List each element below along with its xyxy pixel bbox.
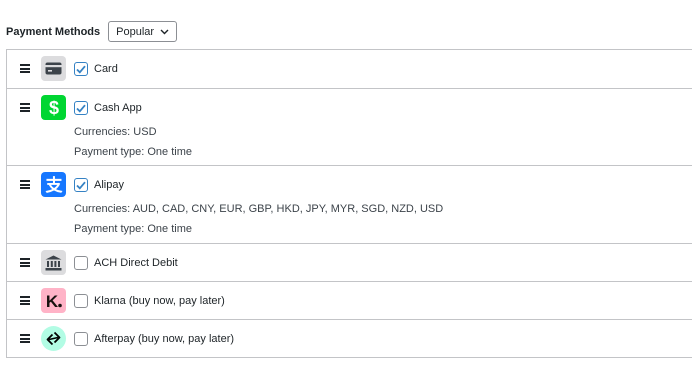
drag-handle-icon[interactable]	[20, 103, 30, 112]
drag-handle-icon[interactable]	[20, 296, 30, 305]
svg-text:K: K	[45, 292, 58, 310]
payment-method-row-cash-app: $ Cash App Currencies: USD Payment type:…	[7, 88, 692, 165]
method-payment-type: Payment type: One time	[74, 146, 192, 158]
svg-text:支: 支	[45, 175, 63, 195]
method-label: Afterpay (buy now, pay later)	[94, 333, 235, 345]
klarna-logo: K	[41, 288, 66, 313]
card-checkbox[interactable]	[74, 62, 88, 76]
credit-card-icon	[41, 56, 66, 81]
bank-icon	[41, 250, 66, 275]
payment-methods-header: Payment Methods Popular	[6, 20, 178, 43]
alipay-logo: 支	[41, 172, 66, 197]
chevron-down-icon	[160, 29, 169, 34]
checkmark-icon	[76, 104, 86, 113]
method-label: Cash App	[94, 102, 142, 114]
method-label: Alipay	[94, 179, 124, 191]
svg-text:$: $	[48, 98, 58, 118]
payment-method-row-alipay: 支 Alipay Currencies: AUD, CAD, CNY, EUR,…	[7, 165, 692, 243]
payment-methods-list: Card $ Cash App Currencies: USD Payment …	[6, 49, 692, 358]
afterpay-checkbox[interactable]	[74, 332, 88, 346]
afterpay-logo	[41, 326, 66, 351]
drag-handle-icon[interactable]	[20, 64, 30, 73]
method-label: Card	[94, 63, 118, 75]
payment-method-row-card: Card	[7, 50, 692, 88]
method-label: ACH Direct Debit	[94, 257, 178, 269]
cash-app-checkbox[interactable]	[74, 101, 88, 115]
checkmark-icon	[76, 181, 86, 190]
drag-handle-icon[interactable]	[20, 334, 30, 343]
method-label: Klarna (buy now, pay later)	[94, 295, 225, 307]
drag-handle-icon[interactable]	[20, 258, 30, 267]
drag-handle-icon[interactable]	[20, 180, 30, 189]
method-currencies: Currencies: USD	[74, 126, 157, 138]
cash-app-logo: $	[41, 95, 66, 120]
method-payment-type: Payment type: One time	[74, 223, 192, 235]
sort-dropdown[interactable]: Popular	[108, 21, 178, 42]
payment-method-row-ach: ACH Direct Debit	[7, 243, 692, 281]
ach-checkbox[interactable]	[74, 256, 88, 270]
sort-dropdown-value: Popular	[116, 25, 155, 38]
section-title: Payment Methods	[6, 25, 101, 38]
checkmark-icon	[76, 65, 86, 74]
payment-method-row-afterpay: Afterpay (buy now, pay later)	[7, 319, 692, 357]
method-currencies: Currencies: AUD, CAD, CNY, EUR, GBP, HKD…	[74, 203, 444, 215]
klarna-checkbox[interactable]	[74, 294, 88, 308]
alipay-checkbox[interactable]	[74, 178, 88, 192]
payment-method-row-klarna: K Klarna (buy now, pay later)	[7, 281, 692, 319]
